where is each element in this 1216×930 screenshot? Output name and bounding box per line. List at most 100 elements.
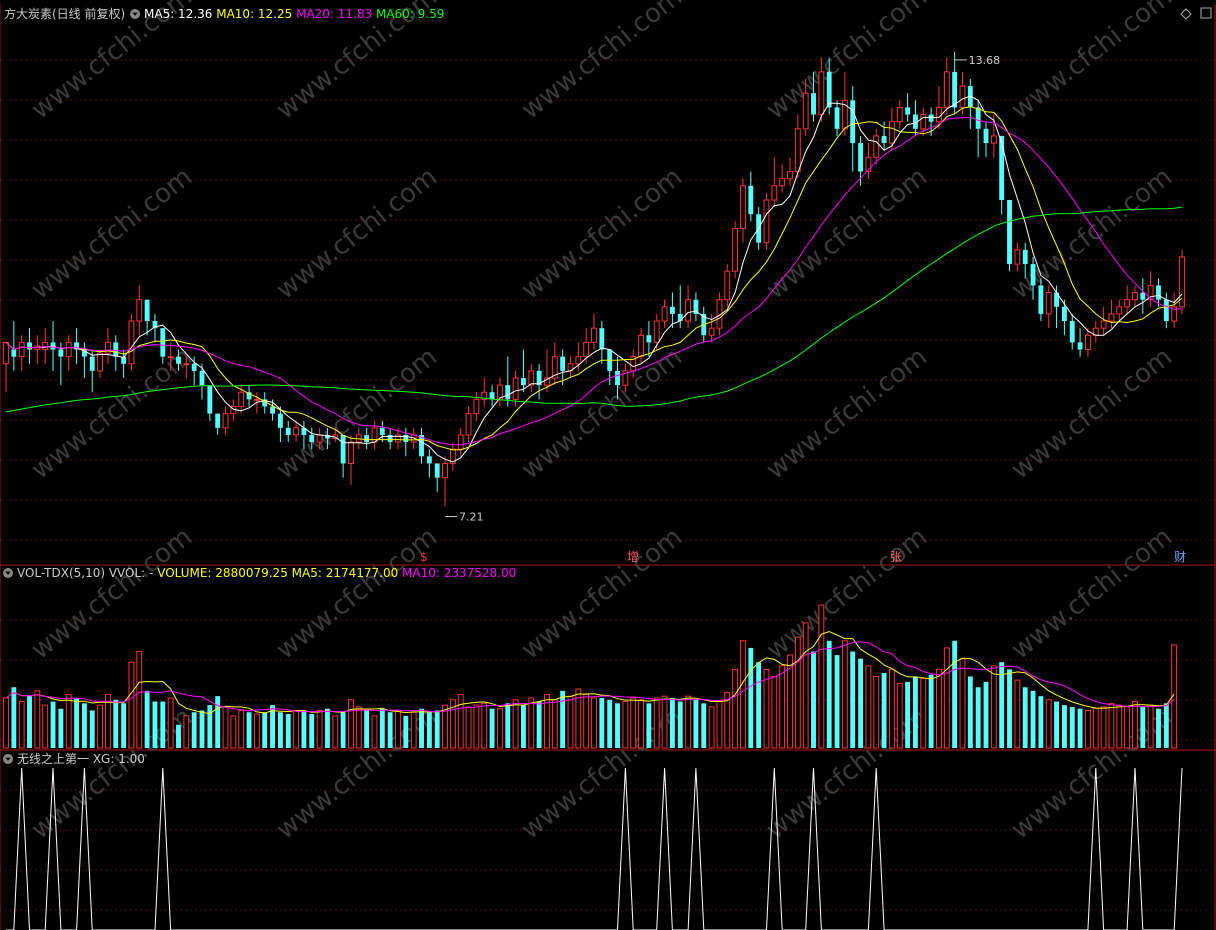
volume-bar <box>701 703 707 748</box>
volume-bar <box>419 708 424 748</box>
volume-bar <box>144 690 150 748</box>
volume-bar <box>379 708 385 748</box>
volume-bar <box>1038 696 1044 748</box>
candle-body <box>285 427 291 435</box>
candle-body <box>794 128 801 173</box>
volume-bar <box>512 699 519 749</box>
indicator-legend: 无线之上第一 XG: 1.00 <box>17 752 145 766</box>
volume-bar <box>58 708 64 748</box>
volume-bar <box>316 709 323 749</box>
volume-bar <box>128 661 135 749</box>
legend-item: VVOL: - <box>105 566 153 580</box>
volume-bar <box>121 703 127 748</box>
candle-body <box>1156 285 1161 300</box>
candle-body <box>834 107 840 129</box>
event-marker-increase[interactable]: 增 <box>627 550 639 564</box>
volume-bar <box>693 699 699 748</box>
volume-bar <box>1147 704 1154 749</box>
volume-bar <box>340 712 346 748</box>
candle-body <box>1163 299 1169 322</box>
volume-bar <box>65 693 72 749</box>
candle-body <box>905 107 911 115</box>
volume-bar <box>348 699 354 749</box>
volume-bar <box>811 651 816 748</box>
volume-bar <box>183 715 190 749</box>
legend-item: MA10: 12.25 <box>212 7 292 21</box>
volume-bar <box>167 697 174 749</box>
volume-bar <box>136 650 143 749</box>
candle-body <box>990 135 997 144</box>
candle-body <box>191 363 197 371</box>
volume-bar <box>215 696 221 748</box>
volume-bar <box>11 687 17 748</box>
candle-body <box>952 71 958 108</box>
candle-body <box>1124 299 1131 308</box>
candle-body <box>222 413 229 429</box>
volume-bar <box>858 658 863 748</box>
volume-bar <box>465 706 472 749</box>
volume-bar <box>199 710 205 748</box>
candle-body <box>11 349 17 357</box>
volume-bar <box>152 701 158 748</box>
volume-bar <box>591 697 597 749</box>
candle-body <box>238 391 245 407</box>
volume-bar <box>826 640 832 748</box>
legend-item: XG: 1.00 <box>89 752 145 766</box>
event-marker-dividend[interactable]: $ <box>420 550 428 564</box>
dropdown-icon[interactable] <box>3 568 13 578</box>
candle-body <box>763 199 770 244</box>
candle-body <box>270 406 275 414</box>
candle-body <box>183 363 190 366</box>
event-marker-rise[interactable]: 张 <box>890 550 902 564</box>
volume-bar <box>207 705 213 748</box>
candle-body <box>1014 249 1021 265</box>
candle-body <box>42 341 49 351</box>
candle-body <box>685 299 692 322</box>
legend-item: MA5: 12.36 <box>144 7 212 21</box>
candle-body <box>560 356 566 371</box>
volume-bar <box>567 695 574 749</box>
candle-body <box>505 385 511 400</box>
candle-body <box>732 227 739 272</box>
dropdown-icon[interactable] <box>130 9 140 19</box>
volume-bar <box>1124 706 1131 749</box>
candle-body <box>1140 292 1146 300</box>
candle-body <box>787 171 793 180</box>
candle-body <box>144 299 150 322</box>
volume-bar <box>794 636 801 749</box>
legend-item: VOLUME: 2880079.25 <box>153 566 287 580</box>
volume-bar <box>975 687 981 748</box>
volume-bar <box>928 674 934 748</box>
candle-body <box>1100 320 1107 329</box>
volume-bar <box>246 712 252 748</box>
legend-item: 无线之上第一 <box>17 752 89 766</box>
candle-body <box>936 106 942 123</box>
legend-item: MA10: 2337528.00 <box>398 566 516 580</box>
candle-body <box>1132 292 1138 301</box>
volume-bar <box>653 697 660 749</box>
dropdown-icon[interactable] <box>3 754 13 764</box>
volume-bar <box>1069 706 1075 748</box>
volume-bar <box>262 712 268 748</box>
candle-body <box>58 349 64 357</box>
volume-bar <box>457 693 464 749</box>
candle-body <box>136 299 143 322</box>
event-marker-finance[interactable]: 财 <box>1174 550 1186 564</box>
volume-bar <box>74 697 79 748</box>
candle-body <box>1061 306 1067 322</box>
candle-body <box>65 341 72 358</box>
candle-body <box>277 413 283 428</box>
volume-bar <box>253 713 260 749</box>
volume-bar <box>905 681 911 748</box>
candle-body <box>888 121 895 144</box>
volume-bar <box>615 703 620 748</box>
volume-bar <box>708 706 715 749</box>
stock-chart[interactable]: www.cfchi.com www.cfchi.com www.cfchi.com w… <box>0 0 1216 930</box>
candle-body <box>771 185 778 201</box>
candle-body <box>293 427 300 436</box>
volume-bar <box>387 712 393 748</box>
volume-bar <box>332 715 339 749</box>
candle-body <box>1069 321 1075 343</box>
candle-body <box>983 128 989 144</box>
volume-bar <box>1030 690 1036 748</box>
